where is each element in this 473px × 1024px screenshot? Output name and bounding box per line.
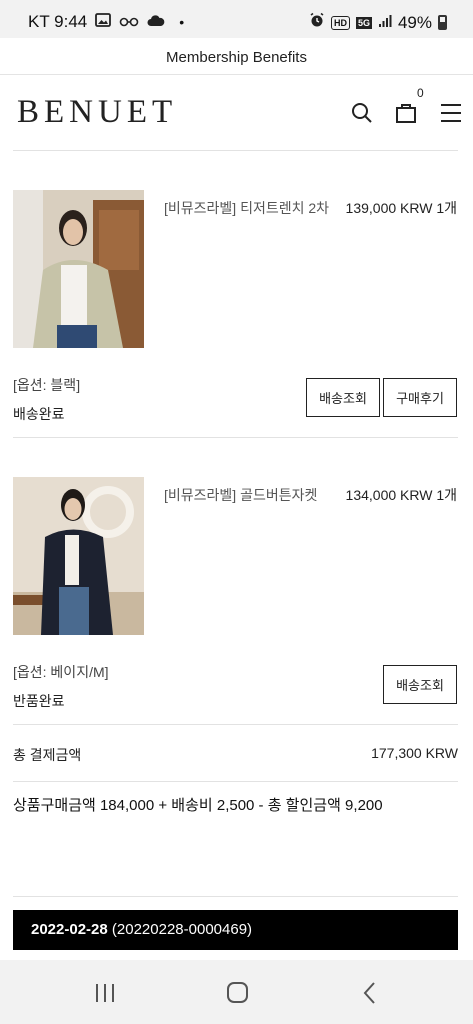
hamburger-menu-icon[interactable] — [438, 100, 464, 126]
site-header: BENUET 0 — [0, 76, 473, 148]
section-divider — [13, 896, 458, 897]
system-nav-bar — [0, 960, 473, 1024]
product-name[interactable]: [비뮤즈라벨] 골드버튼자켓 — [164, 485, 317, 505]
payment-breakdown: 상품구매금액 184,000 + 배송비 2,500 - 총 할인금액 9,20… — [13, 797, 383, 814]
shopping-bag-icon[interactable] — [393, 100, 419, 126]
recent-apps-icon[interactable] — [92, 980, 120, 1006]
order-number: (20220228-0000469) — [111, 921, 253, 938]
signal-icon — [378, 13, 392, 33]
order-header-bar[interactable]: 2022-02-28 (20220228-0000469) — [13, 910, 458, 950]
product-name[interactable]: [비뮤즈라벨] 티저트렌치 2차 — [164, 198, 329, 218]
brand-logo[interactable]: BENUET — [17, 94, 177, 131]
total-payment-label: 총 결제금액 — [13, 747, 82, 763]
product-image[interactable] — [13, 190, 144, 348]
product-option: [옵션: 베이지/M] — [13, 664, 109, 680]
cart-count-badge: 0 — [417, 86, 424, 100]
write-review-button[interactable]: 구매후기 — [383, 378, 457, 417]
total-payment-row: 총 결제금액 177,300 KRW — [13, 745, 458, 765]
fiveg-icon: 5G — [355, 16, 372, 29]
product-price: 139,000 KRW 1개 — [345, 200, 457, 216]
hd-icon: HD — [330, 15, 350, 30]
back-icon[interactable] — [357, 980, 385, 1006]
battery-icon — [438, 15, 447, 30]
glasses-icon — [119, 12, 139, 32]
status-bar: KT 9:44 • HD 5G 49% — [0, 0, 473, 38]
product-option: [옵션: 블랙] — [13, 377, 81, 393]
order-status: 반품완료 — [13, 693, 65, 709]
notification-dot: • — [179, 14, 185, 30]
product-image[interactable] — [13, 477, 144, 635]
carrier-time: KT 9:44 — [28, 12, 88, 31]
product-price: 134,000 KRW 1개 — [345, 487, 457, 503]
track-delivery-button[interactable]: 배송조회 — [306, 378, 380, 417]
home-icon[interactable] — [223, 980, 251, 1006]
header-divider — [13, 150, 458, 151]
cloud-icon — [147, 12, 165, 32]
battery-percent: 49% — [397, 12, 432, 32]
order-date: 2022-02-28 — [31, 921, 108, 938]
item-divider — [13, 724, 458, 725]
item-divider — [13, 437, 458, 438]
order-status: 배송완료 — [13, 406, 65, 422]
gallery-icon — [95, 12, 112, 32]
membership-banner[interactable]: Membership Benefits — [0, 38, 473, 75]
totals-divider — [13, 781, 458, 782]
alarm-icon — [309, 12, 325, 33]
search-icon[interactable] — [349, 100, 375, 126]
track-delivery-button[interactable]: 배송조회 — [383, 665, 457, 704]
total-payment-value: 177,300 KRW — [371, 745, 458, 761]
